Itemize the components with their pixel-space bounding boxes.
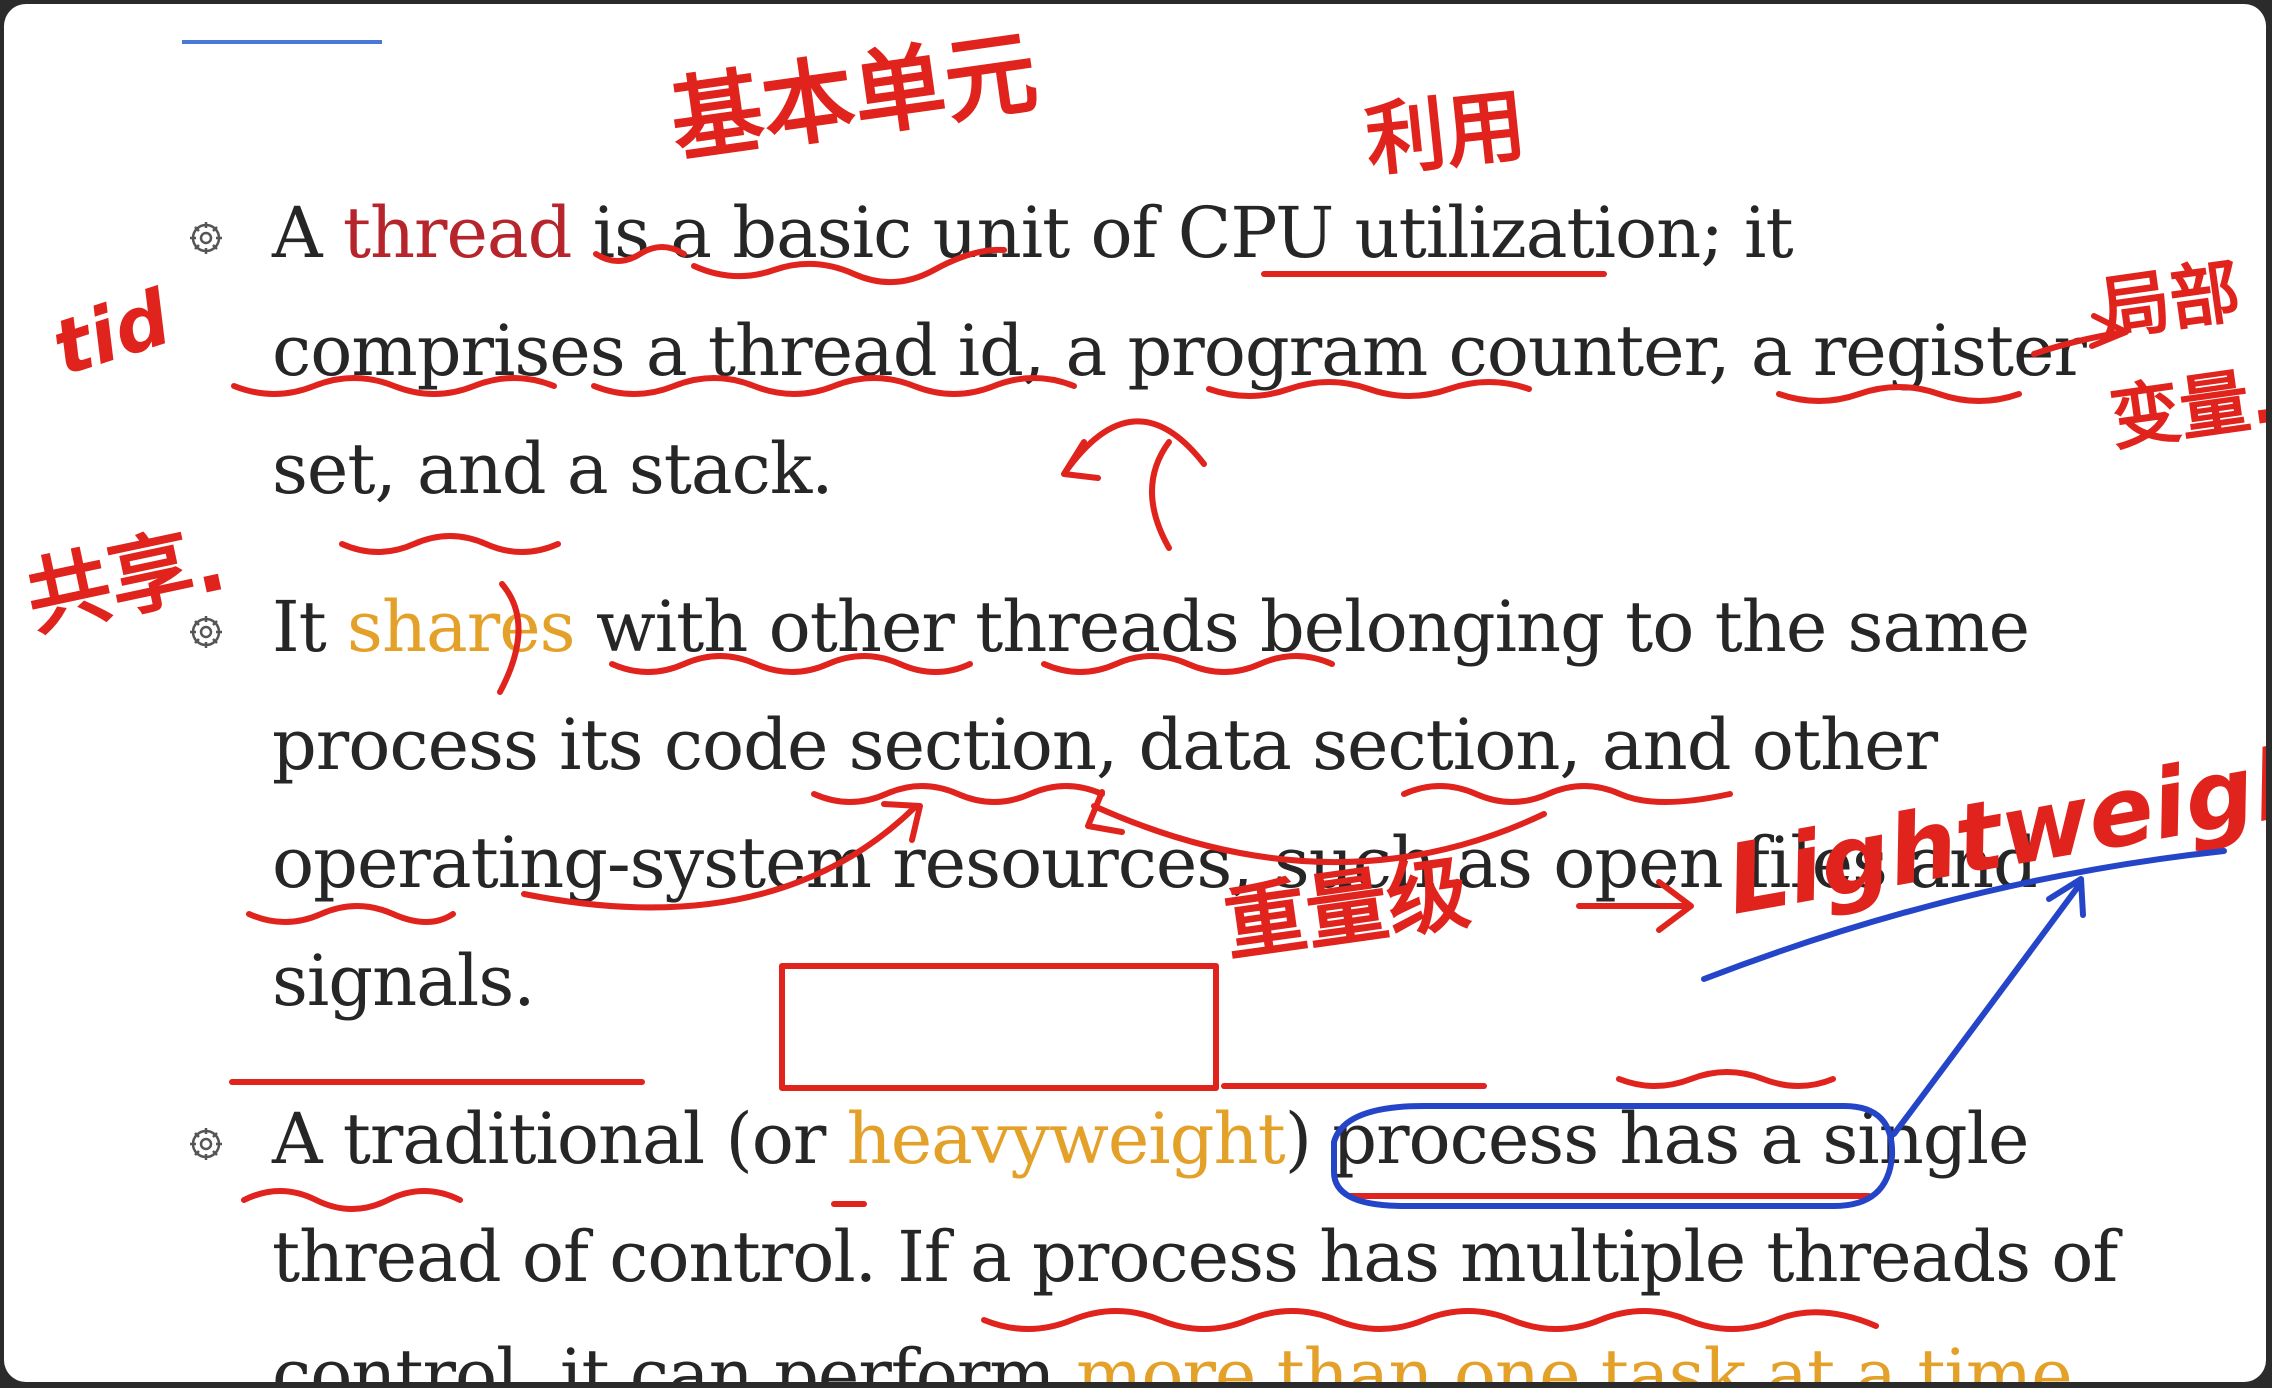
annotation-utilization: 利用 xyxy=(1361,79,1530,188)
slide: A thread is a basic unit of CPU utilizat… xyxy=(4,4,2266,1382)
bullet-thread-definition: A thread is a basic unit of CPU utilizat… xyxy=(184,174,2144,528)
keyword-heavyweight: heavyweight xyxy=(846,1098,1286,1180)
text-part: A xyxy=(272,192,343,274)
keyword-shares: shares xyxy=(347,586,576,668)
annotation-basic-unit: 基本单元 xyxy=(664,19,1043,176)
text-part: . xyxy=(2071,1334,2094,1382)
text-part: A traditional (or xyxy=(272,1098,847,1180)
keyword-thread: thread xyxy=(342,192,573,274)
accent-rule xyxy=(182,40,382,44)
gear-bullet-icon xyxy=(190,1128,222,1160)
bullet-text: It shares with other threads belonging t… xyxy=(272,586,2038,1022)
keyword-more-than-one-task: more than one task at a time xyxy=(1075,1334,2073,1382)
bullet-text: A traditional (or heavyweight) process h… xyxy=(272,1098,2118,1382)
bullet-heavyweight-process: A traditional (or heavyweight) process h… xyxy=(184,1080,2144,1382)
bullet-text: A thread is a basic unit of CPU utilizat… xyxy=(272,192,2087,510)
text-part: It xyxy=(272,586,348,668)
bullet-list: A thread is a basic unit of CPU utilizat… xyxy=(184,174,2144,1382)
bullet-shared-resources: It shares with other threads belonging t… xyxy=(184,568,2144,1040)
gear-bullet-icon xyxy=(190,222,222,254)
gear-bullet-icon xyxy=(190,616,222,648)
annotation-tid: tid xyxy=(42,272,182,393)
